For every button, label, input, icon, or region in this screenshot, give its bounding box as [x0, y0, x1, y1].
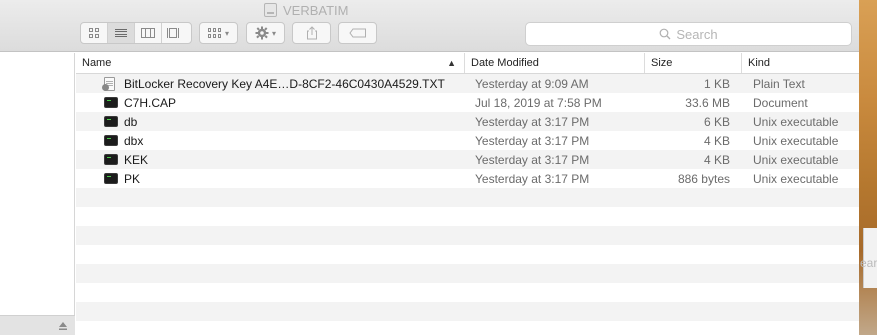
executable-icon — [104, 154, 118, 165]
file-kind: Unix executable — [753, 133, 839, 148]
file-kind: Plain Text — [753, 76, 805, 91]
date-modified: Yesterday at 3:17 PM — [475, 133, 590, 148]
file-kind: Unix executable — [753, 114, 839, 129]
column-header-size[interactable]: Size — [645, 53, 742, 73]
grid-icon — [89, 28, 99, 38]
empty-row — [76, 321, 859, 335]
toolbar: VERBATIM ▾ ▾ Search — [0, 0, 859, 52]
document-icon — [104, 97, 118, 108]
file-list: Name ▲ Date Modified Size Kind BitLocker… — [76, 53, 859, 335]
column-header-date-modified[interactable]: Date Modified — [465, 53, 645, 73]
background-window-text: ear — [860, 256, 877, 270]
search-icon — [659, 28, 671, 40]
file-size: 886 bytes — [677, 171, 730, 186]
action-button[interactable]: ▾ — [246, 22, 285, 44]
executable-icon — [104, 173, 118, 184]
file-kind: Unix executable — [753, 171, 839, 186]
table-header: Name ▲ Date Modified Size Kind — [76, 53, 859, 74]
arrange-grid-icon — [207, 28, 222, 38]
executable-icon — [104, 135, 118, 146]
view-mode-control — [80, 22, 192, 44]
share-icon — [306, 26, 317, 40]
desktop-background: ear — [859, 0, 877, 335]
file-size: 4 KB — [703, 152, 730, 167]
table-row[interactable]: db Yesterday at 3:17 PM 6 KB Unix execut… — [76, 112, 859, 131]
date-modified: Yesterday at 3:17 PM — [475, 114, 590, 129]
table-body: BitLocker Recovery Key A4E…D-8CF2-46C043… — [76, 74, 859, 335]
chevron-down-icon: ▾ — [224, 28, 229, 38]
file-size: 6 KB — [703, 114, 730, 129]
icon-view-button[interactable] — [81, 23, 108, 43]
column-view-button[interactable] — [135, 23, 162, 43]
file-kind: Unix executable — [753, 152, 839, 167]
chevron-down-icon: ▾ — [271, 28, 276, 38]
columns-icon — [141, 28, 155, 38]
empty-row — [76, 226, 859, 245]
gear-icon — [255, 26, 269, 40]
empty-row — [76, 264, 859, 283]
file-size: 4 KB — [703, 133, 730, 148]
table-row[interactable]: KEK Yesterday at 3:17 PM 4 KB Unix execu… — [76, 150, 859, 169]
empty-row — [76, 207, 859, 226]
file-name: dbx — [124, 133, 144, 148]
date-modified: Jul 18, 2019 at 7:58 PM — [475, 95, 602, 110]
table-row[interactable]: dbx Yesterday at 3:17 PM 4 KB Unix execu… — [76, 131, 859, 150]
empty-row — [76, 188, 859, 207]
sidebar-footer — [0, 315, 75, 335]
date-modified: Yesterday at 9:09 AM — [475, 76, 589, 91]
file-name: db — [124, 114, 138, 129]
file-size: 1 KB — [703, 76, 730, 91]
executable-icon — [104, 116, 118, 127]
sidebar — [0, 53, 75, 335]
sort-ascending-icon: ▲ — [447, 58, 456, 68]
empty-row — [76, 245, 859, 264]
file-name: KEK — [124, 152, 149, 167]
file-name: PK — [124, 171, 141, 186]
date-modified: Yesterday at 3:17 PM — [475, 152, 590, 167]
table-row[interactable]: PK Yesterday at 3:17 PM 886 bytes Unix e… — [76, 169, 859, 188]
list-view-button[interactable] — [108, 23, 135, 43]
window-title-text: VERBATIM — [283, 2, 349, 18]
column-header-name[interactable]: Name ▲ — [76, 53, 465, 73]
tags-button[interactable] — [338, 22, 377, 44]
search-placeholder: Search — [676, 26, 718, 42]
cover-flow-icon — [166, 28, 185, 38]
arrange-button[interactable]: ▾ — [199, 22, 238, 44]
tag-icon — [348, 28, 366, 38]
search-field[interactable]: Search — [525, 22, 852, 46]
file-name: C7H.CAP — [124, 95, 177, 110]
list-icon — [115, 28, 127, 38]
gallery-view-button[interactable] — [162, 23, 189, 43]
empty-row — [76, 302, 859, 321]
finder-window: VERBATIM ▾ ▾ Search Name ▲ Date Modified… — [0, 0, 859, 335]
eject-icon[interactable] — [58, 321, 68, 331]
file-size: 33.6 MB — [685, 95, 730, 110]
column-header-kind[interactable]: Kind — [742, 53, 859, 73]
empty-row — [76, 283, 859, 302]
window-title: VERBATIM — [264, 2, 349, 18]
external-drive-icon — [264, 3, 277, 17]
date-modified: Yesterday at 3:17 PM — [475, 171, 590, 186]
share-button[interactable] — [292, 22, 331, 44]
text-file-icon — [102, 76, 115, 91]
table-row[interactable]: C7H.CAP Jul 18, 2019 at 7:58 PM 33.6 MB … — [76, 93, 859, 112]
file-name: BitLocker Recovery Key A4E…D-8CF2-46C043… — [124, 76, 445, 91]
table-row[interactable]: BitLocker Recovery Key A4E…D-8CF2-46C043… — [76, 74, 859, 93]
file-kind: Document — [753, 95, 808, 110]
